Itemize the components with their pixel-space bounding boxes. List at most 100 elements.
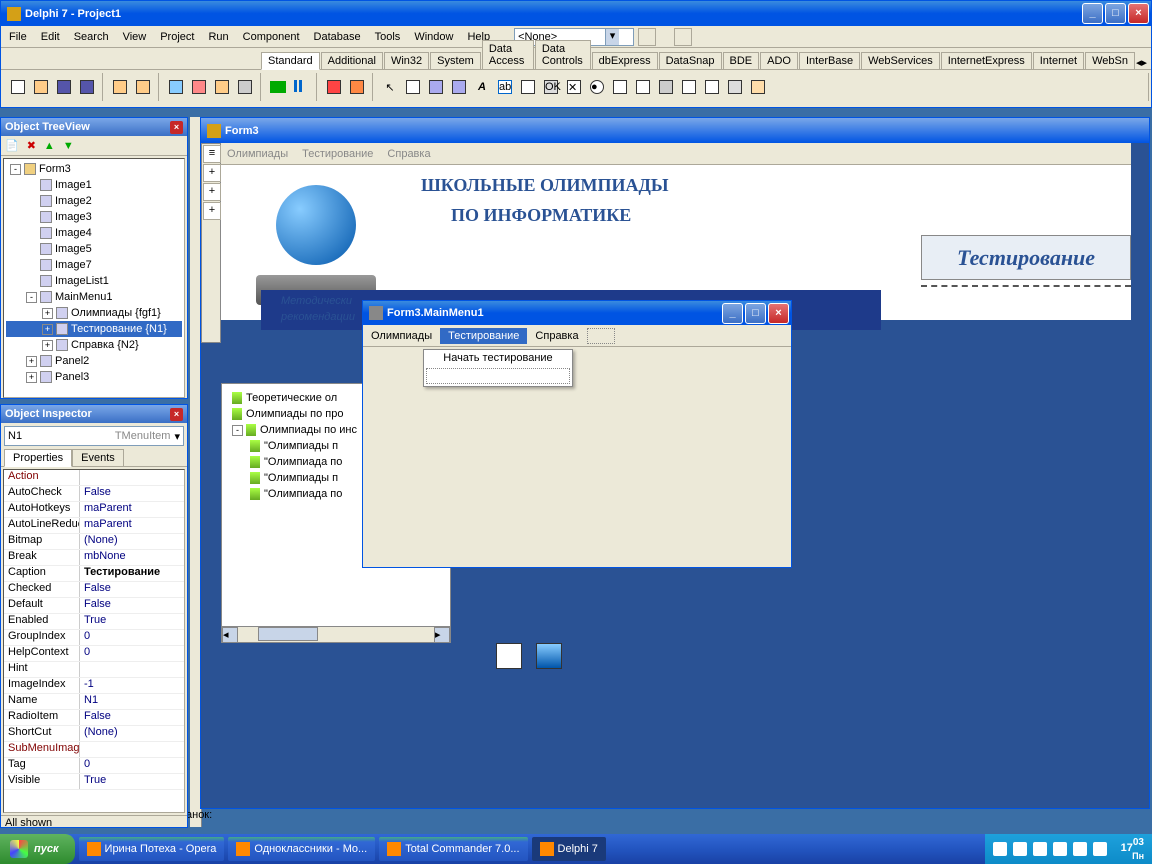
close-button[interactable]: × [768,303,789,324]
comp-memo[interactable] [517,76,539,98]
property-value[interactable]: maParent [80,518,184,533]
tree-item[interactable]: +Справка {N2} [6,337,182,353]
tree-body[interactable]: -Form3Image1Image2Image3Image4Image5Imag… [3,158,185,398]
save-btn[interactable] [53,76,75,98]
comp-radiogroup[interactable] [701,76,723,98]
minimize-button[interactable]: _ [1082,3,1103,24]
trace-into-btn[interactable] [323,76,345,98]
property-value[interactable]: False [80,582,184,597]
menu-editor-titlebar[interactable]: Form3.MainMenu1 _ □ × [363,301,791,325]
property-row[interactable]: CheckedFalse [4,582,184,598]
tree-up-btn[interactable]: ▲ [44,140,55,152]
taskbar-clock[interactable]: 1703 Пн [1121,837,1144,861]
new-form-btn[interactable] [234,76,256,98]
taskbar-app-button[interactable]: Total Commander 7.0... [379,837,527,861]
menu-component[interactable]: Component [243,31,300,43]
comp-label[interactable]: A [471,76,493,98]
property-row[interactable]: NameN1 [4,694,184,710]
form-menu-testing[interactable]: Тестирование [302,148,373,160]
property-value[interactable]: (None) [80,534,184,549]
tree-toggle[interactable]: + [42,308,53,319]
view-form-btn[interactable] [188,76,210,98]
comp-edit[interactable]: ab [494,76,516,98]
menu-project[interactable]: Project [160,31,194,43]
property-row[interactable]: CaptionТестирование [4,566,184,582]
inspector-object-combo[interactable]: N1 TMenuItem ▾ [4,426,184,446]
mainmenu-component[interactable] [536,643,562,669]
me-new-subitem-placeholder[interactable] [426,368,570,384]
form-menu-help[interactable]: Справка [387,148,430,160]
tab-system[interactable]: System [430,52,481,69]
property-value[interactable] [80,470,184,485]
tab-win32[interactable]: Win32 [384,52,429,69]
menu-run[interactable]: Run [208,31,228,43]
tray-icon[interactable] [1033,842,1047,856]
property-row[interactable]: AutoHotkeysmaParent [4,502,184,518]
new-btn[interactable] [7,76,29,98]
menu-editor-window[interactable]: Form3.MainMenu1 _ □ × Олимпиады Тестиров… [362,300,792,568]
property-row[interactable]: ShortCut(None) [4,726,184,742]
tab-dbexpress[interactable]: dbExpress [592,52,658,69]
property-value[interactable]: -1 [80,678,184,693]
menu-tools[interactable]: Tools [375,31,401,43]
tree-item[interactable]: Image4 [6,225,182,241]
imagelist-component[interactable] [496,643,522,669]
menu-view[interactable]: View [123,31,147,43]
tab-standard[interactable]: Standard [261,52,320,70]
view-unit-btn[interactable] [165,76,187,98]
tab-internet[interactable]: Internet [1033,52,1084,69]
tree-item[interactable]: Image2 [6,193,182,209]
property-value[interactable]: False [80,486,184,501]
palette-cursor[interactable]: ↖ [379,76,401,98]
property-row[interactable]: DefaultFalse [4,598,184,614]
folder-btn[interactable] [109,76,131,98]
tree-toggle[interactable]: + [26,356,37,367]
minimize-button[interactable]: _ [722,303,743,324]
comp-radiobutton[interactable]: ● [586,76,608,98]
property-row[interactable]: ImageIndex-1 [4,678,184,694]
ftl-btn[interactable]: ≡ [203,145,221,163]
property-row[interactable]: Action [4,470,184,486]
scroll-left-arrow[interactable]: ◂ [222,627,238,643]
taskbar-app-button[interactable]: Одноклассники - Mo... [228,837,375,861]
save-all-btn[interactable] [76,76,98,98]
tab-websn[interactable]: WebSn [1085,52,1135,69]
menu-edit[interactable]: Edit [41,31,60,43]
property-value[interactable]: Тестирование [80,566,184,581]
tree-toggle[interactable]: - [26,292,37,303]
tree-toggle[interactable]: + [26,372,37,383]
comp-listbox[interactable] [609,76,631,98]
property-value[interactable]: False [80,710,184,725]
property-row[interactable]: HelpContext0 [4,646,184,662]
close-icon[interactable]: × [170,408,183,421]
property-row[interactable]: EnabledTrue [4,614,184,630]
property-value[interactable]: 0 [80,758,184,773]
tree-item[interactable]: Image5 [6,241,182,257]
comp-scrollbar[interactable] [655,76,677,98]
me-subitem[interactable]: Начать тестирование [424,350,572,366]
property-value[interactable]: maParent [80,502,184,517]
tree-down-btn[interactable]: ▼ [63,140,74,152]
tray-icon[interactable] [1073,842,1087,856]
horizontal-scrollbar[interactable]: ◂ ▸ [222,626,450,642]
object-treeview-title[interactable]: Object TreeView × [1,118,187,136]
property-row[interactable]: SubMenuImage [4,742,184,758]
tree-item[interactable]: Image7 [6,257,182,273]
scroll-right-arrow[interactable]: ▸ [434,627,450,643]
tree-item[interactable]: -Form3 [6,161,182,177]
property-value[interactable] [80,742,184,757]
property-value[interactable] [80,662,184,677]
comp-checkbox[interactable]: ✕ [563,76,585,98]
property-row[interactable]: Tag0 [4,758,184,774]
tab-additional[interactable]: Additional [321,52,383,69]
tab-data-controls[interactable]: Data Controls [535,40,591,69]
comp-actionlist[interactable] [747,76,769,98]
tabs-right-arrow[interactable]: ▸ [1141,56,1147,69]
tray-icon[interactable] [1093,842,1107,856]
tree-item[interactable]: +Олимпиады {fgf1} [6,305,182,321]
menu-window[interactable]: Window [414,31,453,43]
me-item-testing[interactable]: Тестирование [440,328,527,344]
maximize-button[interactable]: □ [745,303,766,324]
open-btn[interactable] [30,76,52,98]
ftl-btn[interactable]: + [203,183,221,201]
